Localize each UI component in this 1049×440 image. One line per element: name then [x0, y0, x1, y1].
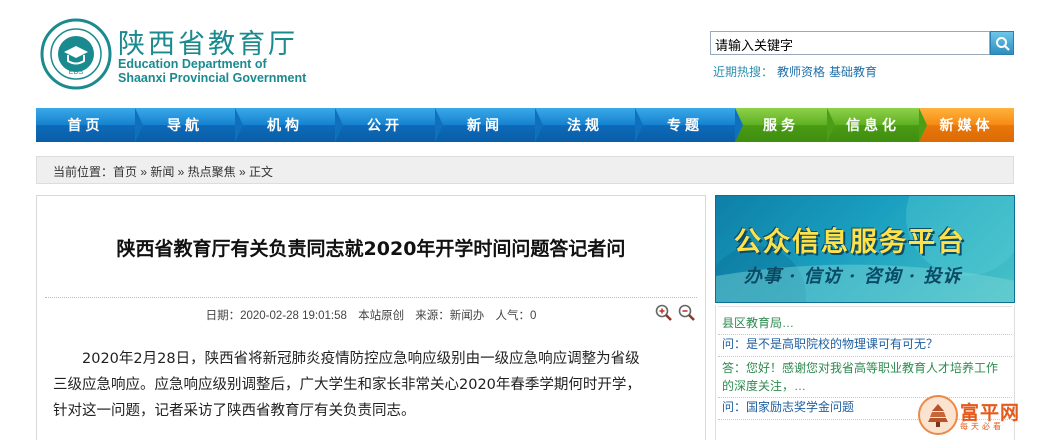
site-title-english-line-2: Shaanxi Provincial Government — [118, 71, 307, 85]
qa-answer[interactable]: 县区教育局… — [722, 315, 1012, 332]
search-icon — [996, 37, 1010, 51]
breadcrumb[interactable]: 当前位置：首页 » 新闻 » 热点聚焦 » 正文 — [36, 156, 1014, 184]
education-department-logo[interactable]: EDS — [40, 18, 112, 90]
article-title: 陕西省教育厅有关负责同志就2020年开学时间问题答记者问 — [116, 238, 626, 260]
nav-item-informatization[interactable]: 信息化 — [827, 108, 927, 142]
article-paragraph-line: 三级应急响应。应急响应级别调整后，广大学生和家长非常关心2020年春季学期何时开… — [53, 377, 641, 393]
hot-keyword-link[interactable]: 教师资格 — [777, 65, 825, 79]
site-title: 陕西省教育厅 — [118, 29, 298, 60]
page: EDS 陕西省教育厅 Education Department of Shaan… — [0, 0, 1049, 440]
article-origin: 本站原创 — [358, 310, 405, 322]
svg-text:EDS: EDS — [69, 69, 84, 76]
article-body: 2020年2月28日，陕西省将新冠肺炎疫情防控应急响应级别由一级应急响应调整为省… — [53, 346, 693, 424]
public-service-banner[interactable]: 公众信息服务平台 办事 · 信访 · 咨询 · 投诉 — [715, 195, 1015, 303]
article-paragraph-line: 2020年2月28日，陕西省将新冠肺炎疫情防控应急响应级别由一级应急响应调整为省… — [82, 351, 640, 367]
nav-item-new-media[interactable]: 新媒体 — [919, 108, 1014, 142]
article-meta: 日期：2020-02-28 19:01:58 本站原创 来源：新闻办 人气：0 — [37, 307, 705, 323]
zoom-in-icon[interactable] — [655, 304, 673, 322]
qa-divider — [718, 356, 1012, 357]
watermark-subtext: 每天必看 — [960, 422, 1004, 431]
search-button[interactable] — [990, 31, 1014, 55]
nav-item-services[interactable]: 服务 — [735, 108, 835, 142]
search-input[interactable]: 请输入关键字 — [710, 31, 990, 55]
zoom-out-icon[interactable] — [678, 304, 696, 322]
article-source: 来源：新闻办 — [415, 310, 485, 322]
qa-question[interactable]: 问：是不是高职院校的物理课可有可无？ — [722, 336, 1012, 353]
hot-search-label: 近期热搜： — [713, 65, 774, 79]
qa-divider — [718, 306, 1012, 307]
header: EDS 陕西省教育厅 Education Department of Shaan… — [0, 0, 1049, 108]
nav-item-agencies[interactable]: 机构 — [235, 108, 343, 142]
banner-subtitle: 办事 · 信访 · 咨询 · 投诉 — [744, 266, 962, 287]
nav-item-news[interactable]: 新闻 — [435, 108, 543, 142]
hot-keyword-link[interactable]: 基础教育 — [829, 65, 877, 79]
nav-item-home[interactable]: 首页 — [36, 108, 143, 142]
nav-item-laws[interactable]: 法规 — [535, 108, 643, 142]
article-panel: 陕西省教育厅有关负责同志就2020年开学时间问题答记者问 日期：2020-02-… — [36, 195, 706, 440]
qa-answer[interactable]: 答：您好！感谢您对我省高等职业教育人才培养工作 — [722, 360, 1012, 377]
site-title-english-line-1: Education Department of — [118, 57, 267, 71]
nav-item-public[interactable]: 公开 — [335, 108, 443, 142]
nav-item-topics[interactable]: 专题 — [635, 108, 743, 142]
qa-divider — [718, 334, 1012, 335]
article-date: 日期：2020-02-28 19:01:58 — [205, 310, 347, 322]
article-views: 人气：0 — [495, 310, 537, 322]
nav-item-guide[interactable]: 导航 — [135, 108, 243, 142]
article-paragraph-line: 针对这一问题，记者采访了陕西省教育厅有关负责同志。 — [53, 403, 416, 419]
hot-search: 近期热搜： 教师资格 基础教育 — [713, 63, 877, 80]
site-title-english: Education Department of Shaanxi Provinci… — [118, 57, 306, 85]
main-nav: 首页 导航 机构 公开 新闻 法规 专题 服务 信息化 新媒体 — [36, 108, 1014, 142]
divider — [45, 297, 697, 298]
banner-title: 公众信息服务平台 — [734, 227, 966, 258]
